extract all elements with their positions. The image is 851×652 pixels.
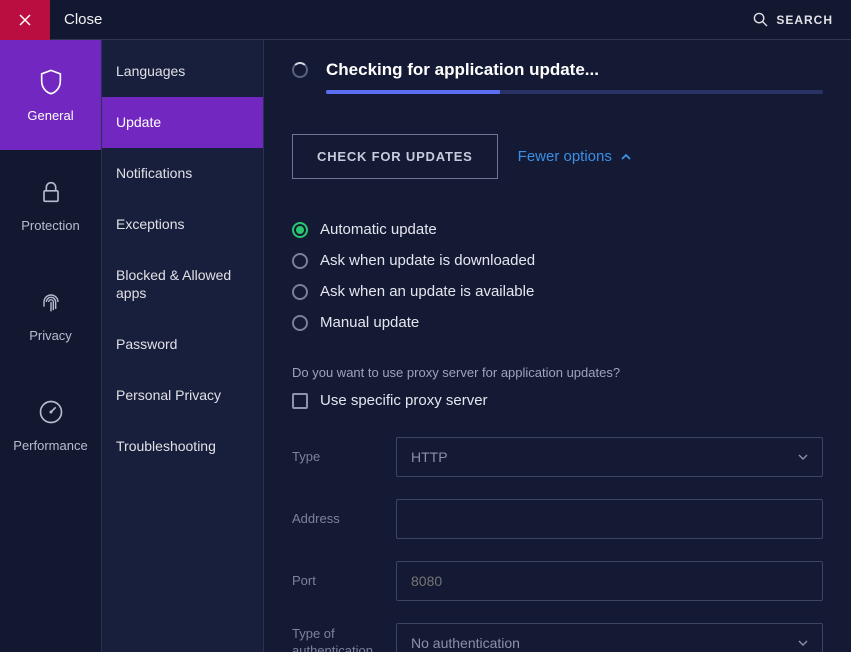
radio-indicator (292, 222, 308, 238)
nav-label: Performance (13, 438, 87, 453)
radio-label: Ask when update is downloaded (320, 252, 535, 269)
proxy-port-input[interactable] (396, 561, 823, 601)
radio-indicator (292, 253, 308, 269)
nav-label: Privacy (29, 328, 72, 343)
proxy-auth-label: Type of authentication (292, 626, 396, 652)
radio-label: Automatic update (320, 221, 437, 238)
radio-label: Manual update (320, 314, 419, 331)
subnav-item-notifications[interactable]: Notifications (102, 148, 263, 199)
subnav-item-update[interactable]: Update (102, 97, 263, 148)
fewer-options-label: Fewer options (518, 148, 612, 165)
nav-item-privacy[interactable]: Privacy (0, 260, 101, 370)
update-status-text: Checking for application update... (326, 60, 599, 80)
subnav-item-personal-privacy[interactable]: Personal Privacy (102, 370, 263, 421)
radio-ask-when-available[interactable]: Ask when an update is available (292, 283, 823, 300)
select-value: No authentication (411, 635, 520, 651)
proxy-type-select[interactable]: HTTP (396, 437, 823, 477)
nav-item-general[interactable]: General (0, 40, 101, 150)
nav-label: Protection (21, 218, 80, 233)
chevron-down-icon (798, 638, 808, 648)
content-area: Checking for application update... CHECK… (264, 40, 851, 652)
close-icon (19, 14, 31, 26)
chevron-up-icon (620, 151, 632, 163)
fingerprint-icon (37, 288, 65, 316)
subnav-item-languages[interactable]: Languages (102, 46, 263, 97)
chevron-down-icon (798, 452, 808, 462)
nav-item-performance[interactable]: Performance (0, 370, 101, 480)
loading-spinner-icon (292, 62, 308, 78)
search-icon (753, 12, 768, 27)
titlebar: Close SEARCH (0, 0, 851, 40)
shield-icon (37, 68, 65, 96)
radio-indicator (292, 315, 308, 331)
progress-bar (326, 90, 823, 94)
nav-item-protection[interactable]: Protection (0, 150, 101, 260)
secondary-nav: Languages Update Notifications Exception… (102, 40, 264, 652)
use-proxy-label: Use specific proxy server (320, 392, 488, 409)
subnav-item-password[interactable]: Password (102, 319, 263, 370)
fewer-options-toggle[interactable]: Fewer options (518, 148, 632, 165)
proxy-address-label: Address (292, 511, 396, 528)
gauge-icon (37, 398, 65, 426)
radio-automatic-update[interactable]: Automatic update (292, 221, 823, 238)
proxy-port-label: Port (292, 573, 396, 590)
lock-icon (37, 178, 65, 206)
progress-bar-fill (326, 90, 500, 94)
primary-nav: General Protection Privacy Performance (0, 40, 102, 652)
subnav-item-blocked-allowed-apps[interactable]: Blocked & Allowed apps (102, 250, 263, 320)
proxy-address-input[interactable] (396, 499, 823, 539)
proxy-question-text: Do you want to use proxy server for appl… (292, 365, 823, 380)
radio-indicator (292, 284, 308, 300)
select-value: HTTP (411, 449, 448, 465)
proxy-auth-select[interactable]: No authentication (396, 623, 823, 652)
checkbox-indicator (292, 393, 308, 409)
radio-label: Ask when an update is available (320, 283, 534, 300)
proxy-type-label: Type (292, 449, 396, 466)
nav-label: General (27, 108, 73, 123)
search-button[interactable]: SEARCH (753, 12, 833, 27)
check-for-updates-button[interactable]: CHECK FOR UPDATES (292, 134, 498, 179)
close-label: Close (64, 11, 102, 28)
radio-manual-update[interactable]: Manual update (292, 314, 823, 331)
update-mode-radio-group: Automatic update Ask when update is down… (292, 221, 823, 331)
radio-ask-when-downloaded[interactable]: Ask when update is downloaded (292, 252, 823, 269)
close-button[interactable] (0, 0, 50, 40)
subnav-item-troubleshooting[interactable]: Troubleshooting (102, 421, 263, 472)
use-proxy-checkbox-row[interactable]: Use specific proxy server (292, 392, 823, 409)
search-label: SEARCH (776, 13, 833, 27)
subnav-item-exceptions[interactable]: Exceptions (102, 199, 263, 250)
